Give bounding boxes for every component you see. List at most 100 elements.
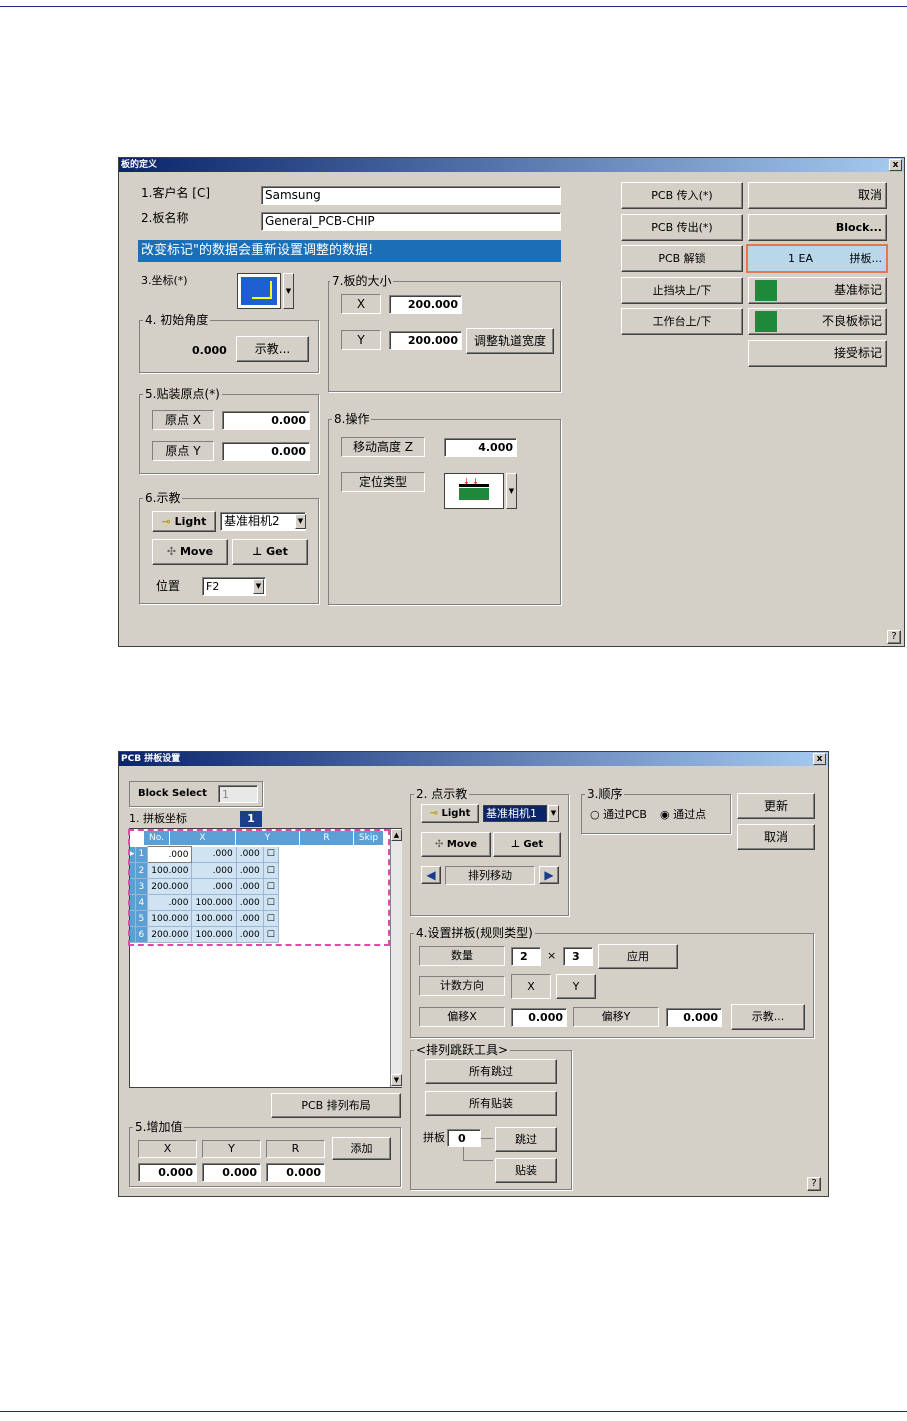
tree-connector (463, 1147, 493, 1161)
quantity-b-input[interactable]: 3 (563, 947, 593, 966)
grid-scrollbar[interactable]: ▲ ▼ (390, 829, 402, 1087)
panel-button[interactable]: 1 EA 拼板... (746, 244, 888, 273)
inc-r-input[interactable]: 0.000 (266, 1163, 325, 1182)
move-z-caption: 移动高度 Z (341, 437, 425, 457)
panel-setting-group: 4.设置拼板(规则类型) 数量 2 × 3 应用 计数方向 X Y 偏移X 0.… (410, 926, 814, 1038)
offset-y-caption: 偏移Y (573, 1007, 659, 1027)
axis-chart-icon: ⊥ (510, 839, 520, 850)
move-z-input[interactable]: 4.000 (444, 438, 517, 457)
light-button[interactable]: ⊸ Light (152, 511, 216, 532)
move-label: Move (446, 839, 477, 850)
inc-x-input[interactable]: 0.000 (138, 1163, 197, 1182)
pcb-in-button[interactable]: PCB 传入(*) (621, 182, 743, 209)
block-select[interactable]: 1 (218, 785, 258, 803)
worktable-button[interactable]: 工作台上/下 (621, 308, 743, 335)
skip-tools-group: <排列跳跃工具> 所有跳过 所有贴装 拼板 0 跳过 贴装 (410, 1043, 572, 1190)
direction-y-option[interactable]: Y (556, 974, 596, 999)
chevron-down-icon[interactable]: ▼ (548, 805, 559, 822)
stopper-button[interactable]: 止挡块上/下 (621, 277, 743, 304)
pcb-out-button[interactable]: PCB 传出(*) (621, 214, 743, 241)
arrow-right-icon[interactable]: ▶ (539, 866, 559, 884)
block-button[interactable]: Block... (748, 214, 887, 241)
pcb-unlock-button[interactable]: PCB 解锁 (621, 245, 743, 272)
panel-number-input[interactable]: 0 (447, 1129, 481, 1147)
order-group: 3.顺序 ○ 通过PCB ◉ 通过点 (581, 787, 731, 834)
order-by-pcb-radio[interactable]: ○ 通过PCB (590, 807, 647, 823)
offset-x-caption: 偏移X (419, 1007, 505, 1027)
quantity-a-input[interactable]: 2 (511, 947, 541, 966)
board-name-label: 2.板名称 (141, 211, 189, 225)
chevron-down-icon[interactable]: ▼ (253, 579, 264, 594)
adjust-rail-button[interactable]: 调整轨道宽度 (466, 328, 554, 354)
skip-button[interactable]: 跳过 (495, 1127, 557, 1152)
move-button[interactable]: ✣ Move (152, 539, 228, 565)
coord-axes-icon (237, 273, 281, 309)
scroll-down-icon[interactable]: ▼ (391, 1074, 402, 1086)
get-button[interactable]: ⊥ Get (232, 539, 308, 565)
dialog-title: 板的定义 (121, 160, 158, 170)
light-button[interactable]: ⊸ Light (421, 804, 479, 823)
place-all-button[interactable]: 所有贴装 (425, 1091, 557, 1116)
panel-number-label: 拼板 (423, 1131, 445, 1144)
help-button[interactable]: ? (807, 1177, 821, 1191)
chevron-down-icon[interactable]: ▼ (295, 514, 306, 529)
quantity-caption: 数量 (419, 946, 505, 966)
bulb-icon: ⊸ (429, 808, 439, 819)
bad-mark-button[interactable]: 不良板标记 (748, 308, 887, 335)
panel-grid[interactable]: No. X Y R Skip ▸ 1.000.000.000 ☐ 2 100.000.000.0… (128, 828, 402, 1088)
board-name-input[interactable]: General_PCB-CHIP (261, 212, 561, 231)
angle-value: 0.000 (192, 344, 227, 357)
move-button[interactable]: ✣ Move (421, 832, 491, 857)
pcb-layout-button[interactable]: PCB 排列布局 (271, 1093, 401, 1118)
get-button[interactable]: ⊥ Get (493, 832, 561, 857)
move-arrows-icon: ✣ (166, 545, 177, 558)
board-size-group: 7.板的大小 X 200.000 Y 200.000 调整轨道宽度 (328, 274, 561, 392)
teach-button[interactable]: 示教... (731, 1004, 805, 1030)
add-button[interactable]: 添加 (332, 1137, 391, 1160)
size-x-input[interactable]: 200.000 (389, 295, 462, 314)
origin-group-title: 5.贴装原点(*) (143, 387, 222, 401)
panel-count: 1 EA (788, 252, 813, 265)
teach-button[interactable]: 示教... (236, 336, 309, 362)
scroll-up-icon[interactable]: ▲ (391, 829, 402, 841)
coord-label: 3.坐标(*) (141, 274, 188, 287)
x-caption: X (341, 294, 381, 314)
origin-x-input[interactable]: 0.000 (222, 411, 310, 430)
angle-group-title: 4. 初始角度 (143, 313, 211, 327)
camera-select[interactable]: 基准相机2 (220, 512, 306, 531)
top-rule (0, 6, 907, 7)
close-button[interactable]: x (889, 159, 902, 171)
coord-select[interactable]: ▼ (237, 273, 297, 309)
point-teach-title: 2. 点示教 (414, 787, 470, 801)
accept-mark-button[interactable]: 接受标记 (748, 340, 887, 367)
camera-select[interactable]: 基准相机1 (483, 805, 547, 822)
skip-all-button[interactable]: 所有跳过 (425, 1059, 557, 1084)
offset-y-input[interactable]: 0.000 (666, 1008, 722, 1027)
apply-button[interactable]: 应用 (598, 944, 678, 969)
get-label: Get (523, 839, 544, 850)
fiducial-mark-button[interactable]: 基准标记 (748, 277, 887, 304)
origin-y-input[interactable]: 0.000 (222, 442, 310, 461)
cancel-button[interactable]: 取消 (748, 182, 887, 209)
order-by-point-radio[interactable]: ◉ 通过点 (660, 807, 706, 823)
bad-mark-label: 不良板标记 (821, 314, 882, 328)
panel-coord-badge: 1 (240, 811, 262, 827)
direction-x-option[interactable]: X (511, 974, 551, 999)
block-select-group: Block Select 1 (129, 781, 263, 807)
close-button[interactable]: x (813, 753, 826, 765)
update-button[interactable]: 更新 (737, 793, 815, 819)
place-button[interactable]: 贴装 (495, 1158, 557, 1183)
offset-x-input[interactable]: 0.000 (511, 1008, 567, 1027)
move-arrows-icon: ✣ (435, 839, 444, 850)
tree-connector-top (481, 1138, 493, 1139)
chevron-down-icon[interactable]: ▼ (283, 273, 294, 309)
help-button[interactable]: ? (887, 630, 901, 644)
cancel-button[interactable]: 取消 (737, 824, 815, 850)
inc-y-input[interactable]: 0.000 (202, 1163, 261, 1182)
arrow-left-icon[interactable]: ◀ (421, 866, 441, 884)
origin-y-caption: 原点 Y (152, 441, 214, 461)
locate-type-select[interactable]: ↓ ↓ ▼ (444, 473, 518, 509)
size-y-input[interactable]: 200.000 (389, 331, 462, 350)
chevron-down-icon[interactable]: ▼ (506, 473, 517, 509)
customer-name-input[interactable]: Samsung (261, 186, 561, 205)
